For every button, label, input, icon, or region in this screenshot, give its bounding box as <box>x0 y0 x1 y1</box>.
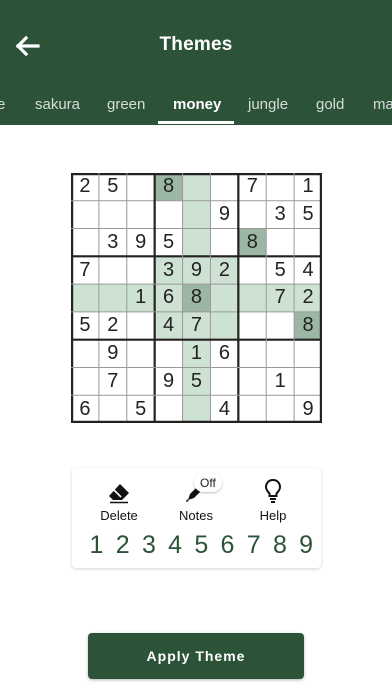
help-button[interactable]: Help <box>238 476 308 523</box>
tab-gold[interactable]: gold <box>316 96 344 113</box>
delete-button[interactable]: Delete <box>84 476 154 523</box>
tab-money[interactable]: money <box>173 96 221 113</box>
number-pad: 123456789 <box>84 530 314 560</box>
tab-e[interactable]: e <box>0 96 5 113</box>
tab-jungle[interactable]: jungle <box>248 96 288 113</box>
number-key-1[interactable]: 1 <box>84 530 109 560</box>
delete-label: Delete <box>100 508 138 523</box>
controls-panel: Delete Notes Off Help 123456789 <box>72 468 321 568</box>
number-key-4[interactable]: 4 <box>163 530 188 560</box>
board-gridlines <box>71 173 322 423</box>
tab-green[interactable]: green <box>107 96 145 113</box>
page-title: Themes <box>159 34 233 55</box>
eraser-icon <box>109 484 129 504</box>
help-label: Help <box>259 508 287 523</box>
sudoku-board: 258719353958739254168725247891679516549 <box>71 173 322 423</box>
number-key-3[interactable]: 3 <box>136 530 161 560</box>
lightbulb-icon <box>264 478 282 503</box>
apply-theme-button[interactable]: Apply Theme <box>88 633 304 679</box>
active-tab-indicator <box>158 121 234 124</box>
number-key-5[interactable]: 5 <box>189 530 214 560</box>
number-key-6[interactable]: 6 <box>215 530 240 560</box>
number-key-9[interactable]: 9 <box>294 530 319 560</box>
tab-ma[interactable]: ma <box>373 96 392 113</box>
number-key-8[interactable]: 8 <box>267 530 292 560</box>
notes-status-badge: Off <box>194 474 222 492</box>
tab-sakura[interactable]: sakura <box>35 96 80 113</box>
notes-label: Notes <box>179 508 213 523</box>
number-key-7[interactable]: 7 <box>241 530 266 560</box>
number-key-2[interactable]: 2 <box>110 530 135 560</box>
